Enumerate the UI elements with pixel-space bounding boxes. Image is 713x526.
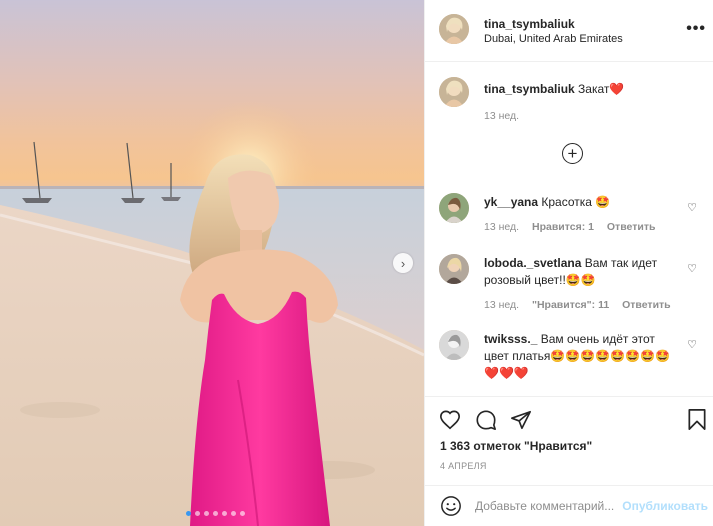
comment-likes-link[interactable]: Нравится: 1 — [532, 221, 594, 233]
save-bookmark-icon[interactable] — [687, 408, 707, 431]
carousel-dot — [231, 511, 236, 516]
carousel-dot — [186, 511, 191, 516]
carousel-dot — [222, 511, 227, 516]
comment-username[interactable]: twiksss._ — [484, 332, 537, 346]
load-more-comments-icon[interactable]: + — [562, 143, 583, 164]
likes-count[interactable]: 1 363 отметок "Нравится" — [440, 439, 592, 453]
comment-body: Красотка 🤩 — [541, 195, 611, 209]
avatar-image — [439, 77, 469, 107]
avatar[interactable] — [439, 14, 469, 44]
avatar-image — [439, 193, 469, 223]
avatar-image — [439, 330, 469, 360]
avatar[interactable] — [439, 330, 469, 360]
sand-shadow — [20, 402, 100, 418]
more-options-icon[interactable]: ••• — [686, 20, 706, 38]
carousel-dot — [204, 511, 209, 516]
publish-comment-button[interactable]: Опубликовать — [622, 499, 708, 513]
caption-time: 13 нед. — [484, 110, 520, 122]
caption-meta: 13 нед. — [484, 110, 529, 122]
comment-likes-link[interactable]: "Нравится": 11 — [532, 299, 609, 311]
like-heart-icon[interactable] — [439, 409, 461, 431]
caption-text: tina_tsymbaliuk Закат❤️ — [484, 81, 674, 98]
avatar[interactable] — [439, 193, 469, 223]
share-paper-plane-icon[interactable] — [510, 409, 532, 431]
chevron-right-icon: › — [400, 255, 406, 271]
comment-time: 13 нед. — [484, 299, 520, 311]
next-image-button[interactable]: › — [393, 253, 413, 273]
carousel-dot — [213, 511, 218, 516]
post-date[interactable]: 4 АПРЕЛЯ — [440, 461, 487, 471]
carousel-dot — [240, 511, 245, 516]
post-author[interactable]: tina_tsymbaliuk — [484, 17, 575, 31]
carousel-indicator — [186, 511, 245, 516]
post-header: tina_tsymbaliuk Dubai, United Arab Emira… — [425, 0, 713, 62]
comments-list: tina_tsymbaliuk Закат❤️ 13 нед. + yk__ya… — [425, 63, 713, 396]
like-comment-heart-icon[interactable]: ♡ — [687, 262, 697, 275]
comment-time: 13 нед. — [484, 221, 520, 233]
red-heart-emoji: ❤️ — [609, 82, 625, 96]
like-comment-heart-icon[interactable]: ♡ — [687, 338, 697, 351]
avatar[interactable] — [439, 77, 469, 107]
add-comment-bar: Опубликовать — [425, 485, 713, 526]
carousel-dot — [195, 511, 200, 516]
comment-meta: 13 нед. Нравится: 1 Ответить — [484, 221, 665, 233]
caption-username[interactable]: tina_tsymbaliuk — [484, 82, 575, 96]
avatar-image — [439, 254, 469, 284]
add-comment-input[interactable] — [475, 496, 623, 516]
instagram-post-view: › tina_tsymbaliuk Dubai, United Arab Emi… — [0, 0, 713, 526]
emoji-smiley-icon[interactable] — [440, 495, 462, 517]
post-location[interactable]: Dubai, United Arab Emirates — [484, 33, 623, 45]
avatar-image — [439, 14, 469, 44]
comment-meta: 13 нед. "Нравится": 11 Ответить — [484, 299, 681, 311]
like-comment-heart-icon[interactable]: ♡ — [687, 201, 697, 214]
reply-button[interactable]: Ответить — [622, 299, 671, 311]
comment-text: yk__yana Красотка 🤩 — [484, 194, 674, 211]
comment-text: twiksss._ Вам очень идёт этот цвет плать… — [484, 331, 674, 382]
photo-scene — [0, 100, 424, 526]
comment-username[interactable]: loboda._svetlana — [484, 256, 581, 270]
comment-text: loboda._svetlana Вам так идет розовый цв… — [484, 255, 674, 289]
caption-body: Закат — [578, 82, 610, 96]
comment-bubble-icon[interactable] — [475, 409, 497, 431]
post-photo[interactable]: › — [0, 0, 424, 526]
reply-button[interactable]: Ответить — [607, 221, 656, 233]
post-sidebar: tina_tsymbaliuk Dubai, United Arab Emira… — [424, 0, 713, 526]
comment-username[interactable]: yk__yana — [484, 195, 538, 209]
avatar[interactable] — [439, 254, 469, 284]
